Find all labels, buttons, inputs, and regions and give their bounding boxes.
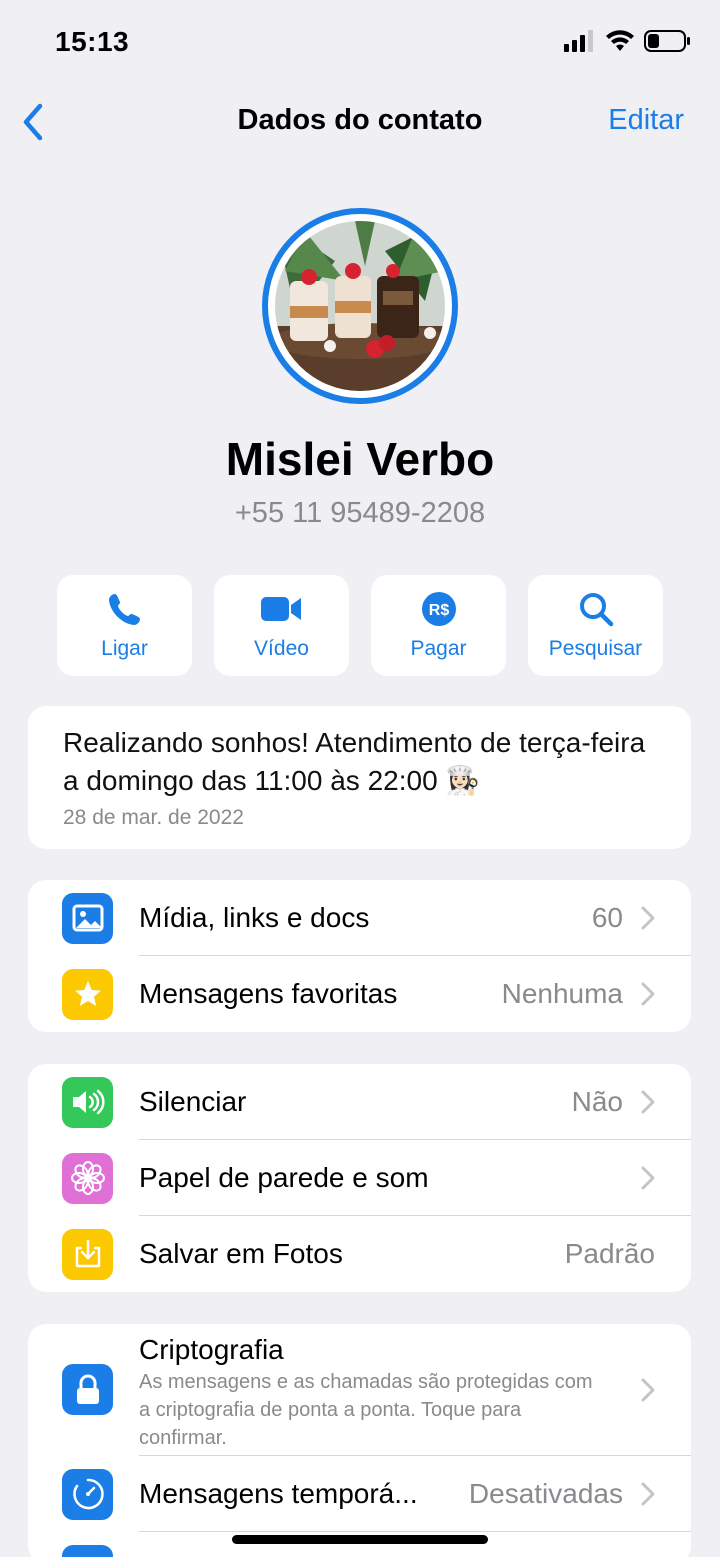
media-group: Mídia, links e docs 60 Mensagens favorit…	[28, 880, 691, 1032]
save-to-photos-label: Salvar em Fotos	[139, 1238, 343, 1269]
battery-icon	[644, 30, 690, 52]
media-links-docs-row[interactable]: Mídia, links e docs 60	[28, 880, 691, 956]
chevron-right-icon	[641, 1090, 655, 1114]
pay-button[interactable]: R$ Pagar	[371, 575, 506, 676]
search-button[interactable]: Pesquisar	[528, 575, 663, 676]
starred-messages-row[interactable]: Mensagens favoritas Nenhuma	[28, 956, 691, 1032]
wallpaper-sound-row[interactable]: Papel de parede e som	[28, 1140, 691, 1216]
disappearing-messages-value: Desativadas	[468, 1478, 623, 1509]
flower-icon	[62, 1152, 113, 1204]
signal-icon	[564, 30, 593, 52]
disappearing-messages-label: Mensagens temporá...	[139, 1478, 418, 1509]
action-buttons: Ligar Vídeo R$ Pagar Pesquisar	[57, 575, 663, 676]
privacy-group: Criptografia As mensagens e as chamadas …	[28, 1324, 691, 1557]
phone-icon	[107, 591, 143, 627]
video-icon	[260, 591, 303, 627]
encryption-title: Criptografia	[139, 1334, 284, 1365]
call-button[interactable]: Ligar	[57, 575, 192, 676]
starred-messages-label: Mensagens favoritas	[139, 978, 398, 1009]
call-label: Ligar	[101, 637, 148, 660]
home-indicator	[232, 1535, 488, 1544]
video-label: Vídeo	[254, 637, 309, 660]
media-links-docs-label: Mídia, links e docs	[139, 902, 370, 933]
save-icon	[62, 1228, 113, 1280]
media-count: 60	[591, 902, 623, 933]
about-text: Realizando sonhos! Atendimento de terça-…	[63, 727, 646, 796]
encryption-description: As mensagens e as chamadas são protegida…	[139, 1371, 593, 1449]
status-bar: 15:13	[0, 0, 720, 90]
save-to-photos-row[interactable]: Salvar em Fotos Padrão	[28, 1216, 691, 1292]
svg-text:R$: R$	[428, 602, 449, 619]
nav-bar: Dados do contato Editar	[0, 90, 720, 154]
encryption-row[interactable]: Criptografia As mensagens e as chamadas …	[28, 1324, 691, 1456]
mute-row[interactable]: Silenciar Não	[28, 1064, 691, 1140]
about-date: 28 de mar. de 2022	[63, 806, 244, 829]
avatar[interactable]	[262, 208, 458, 404]
timer-icon	[62, 1468, 113, 1520]
search-icon	[578, 591, 614, 627]
contact-phone: +55 11 95489-2208	[234, 497, 486, 529]
wifi-icon	[606, 30, 634, 51]
chevron-right-icon	[641, 906, 655, 930]
status-time: 15:13	[55, 26, 130, 57]
search-label: Pesquisar	[548, 637, 643, 660]
video-button[interactable]: Vídeo	[214, 575, 349, 676]
wallpaper-sound-label: Papel de parede e som	[139, 1162, 429, 1193]
disappearing-messages-row[interactable]: Mensagens temporá... Desativadas	[28, 1456, 691, 1532]
lock-icon	[62, 1364, 113, 1415]
contact-name: Mislei Verbo	[225, 433, 495, 485]
starred-messages-value: Nenhuma	[501, 978, 623, 1009]
mute-value: Não	[571, 1086, 623, 1117]
chevron-right-icon	[641, 1482, 655, 1506]
photo-icon	[62, 892, 113, 944]
chevron-right-icon	[641, 1166, 655, 1190]
speaker-icon	[62, 1076, 113, 1128]
mute-label: Silenciar	[139, 1086, 247, 1117]
about-card[interactable]: Realizando sonhos! Atendimento de terça-…	[28, 706, 691, 849]
edit-button[interactable]: Editar	[608, 104, 684, 137]
lock-icon	[62, 1544, 113, 1557]
save-to-photos-value: Padrão	[564, 1238, 655, 1269]
avatar-image	[275, 221, 445, 391]
chevron-right-icon	[641, 1378, 655, 1402]
settings-group: Silenciar Não Papel de parede e som Salv…	[28, 1064, 691, 1292]
star-icon	[62, 968, 113, 1020]
chevron-right-icon	[641, 982, 655, 1006]
payment-icon: R$	[421, 591, 457, 627]
encryption-text: Criptografia As mensagens e as chamadas …	[139, 1334, 609, 1452]
pay-label: Pagar	[410, 637, 467, 660]
status-icons	[564, 30, 690, 52]
